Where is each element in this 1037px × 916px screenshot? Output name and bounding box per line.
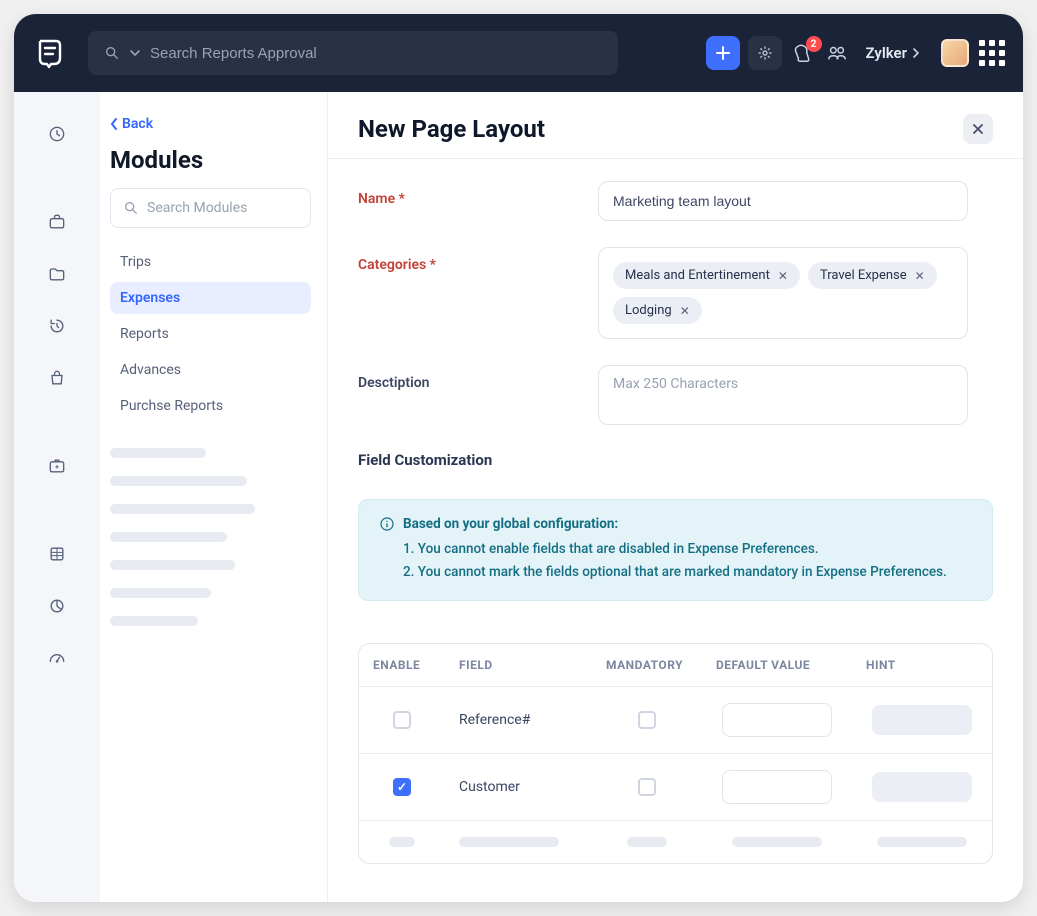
enable-checkbox[interactable] [393,711,411,729]
main-header: New Page Layout [328,92,1023,159]
mandatory-checkbox[interactable] [638,711,656,729]
modules-skeleton [110,448,311,626]
module-item-expenses[interactable]: Expenses [110,282,311,314]
info-icon [379,516,395,532]
table-row: Customer [359,753,992,820]
col-field: FIELD [445,644,592,686]
col-hint: HINT [852,644,992,686]
category-chip[interactable]: Travel Expense✕ [808,262,937,289]
module-item-reports[interactable]: Reports [110,318,311,350]
rail-history-icon[interactable] [37,312,77,340]
field-name: Customer [459,779,520,795]
col-enable: ENABLE [359,644,445,686]
back-label: Back [122,116,153,132]
categories-input[interactable]: Meals and Entertinement✕ Travel Expense✕… [598,247,968,339]
module-item-advances[interactable]: Advances [110,354,311,386]
page-title: New Page Layout [358,115,545,143]
mandatory-checkbox[interactable] [638,778,656,796]
info-heading: Based on your global configuration: [403,516,618,532]
module-item-purchase-reports[interactable]: Purchse Reports [110,390,311,422]
rail-bag-icon[interactable] [37,364,77,392]
description-input[interactable]: Max 250 Characters [598,365,968,425]
rail-pie-icon[interactable] [37,592,77,620]
close-icon[interactable]: ✕ [778,269,788,283]
avatar[interactable] [941,39,969,67]
modules-search-placeholder: Search Modules [147,200,247,216]
info-line: 1. You cannot enable fields that are dis… [403,538,972,561]
col-default: DEFAULT VALUE [702,644,852,686]
field-table-header: ENABLE FIELD MANDATORY DEFAULT VALUE HIN… [359,644,992,686]
top-bar: 2 Zylker [14,14,1023,92]
default-value-input[interactable] [722,703,832,737]
workspace-switcher[interactable]: Zylker [866,44,919,62]
app-logo[interactable] [32,35,68,71]
hint-input[interactable] [872,705,972,735]
modules-search[interactable]: Search Modules [110,188,311,228]
rail-gauge-icon[interactable] [37,644,77,672]
category-chip[interactable]: Meals and Entertinement✕ [613,262,800,289]
col-mandatory: MANDATORY [592,644,702,686]
rail-camera-icon[interactable] [37,452,77,480]
close-button[interactable] [963,114,993,144]
info-line: 2. You cannot mark the fields optional t… [403,561,972,584]
notifications-button[interactable]: 2 [786,42,820,64]
categories-label: Categories * [358,247,568,273]
module-item-trips[interactable]: Trips [110,246,311,278]
info-banner: Based on your global configuration: 1. Y… [358,499,993,601]
field-customization-title: Field Customization [358,451,993,469]
global-search[interactable] [88,31,618,75]
rail-folder-icon[interactable] [37,260,77,288]
main-content: New Page Layout Name * Categories * [328,92,1023,902]
rail-recent-icon[interactable] [37,120,77,148]
back-link[interactable]: Back [110,116,311,132]
modules-panel: Back Modules Search Modules Trips Expens… [100,92,328,902]
close-icon[interactable]: ✕ [915,269,925,283]
apps-menu-button[interactable] [979,40,1005,66]
category-chip[interactable]: Lodging✕ [613,297,702,324]
description-label: Desctiption [358,365,568,391]
rail-sheet-icon[interactable] [37,540,77,568]
close-icon[interactable]: ✕ [680,304,690,318]
workspace-name: Zylker [866,44,907,62]
hint-input[interactable] [872,772,972,802]
field-name: Reference# [459,712,530,728]
field-table: ENABLE FIELD MANDATORY DEFAULT VALUE HIN… [358,643,993,864]
app-window: 2 Zylker [14,14,1023,902]
default-value-input[interactable] [722,770,832,804]
modules-title: Modules [110,146,311,174]
users-button[interactable] [820,42,854,64]
settings-button[interactable] [748,36,782,70]
table-row-skeleton [359,820,992,863]
rail-briefcase-icon[interactable] [37,208,77,236]
search-icon [104,45,120,61]
table-row: Reference# [359,686,992,753]
add-button[interactable] [706,36,740,70]
modules-list: Trips Expenses Reports Advances Purchse … [110,246,311,422]
enable-checkbox[interactable] [393,778,411,796]
name-input[interactable] [598,181,968,221]
chevron-down-icon [130,50,140,56]
nav-rail [14,92,100,902]
global-search-input[interactable] [150,45,602,62]
name-label: Name * [358,181,568,207]
